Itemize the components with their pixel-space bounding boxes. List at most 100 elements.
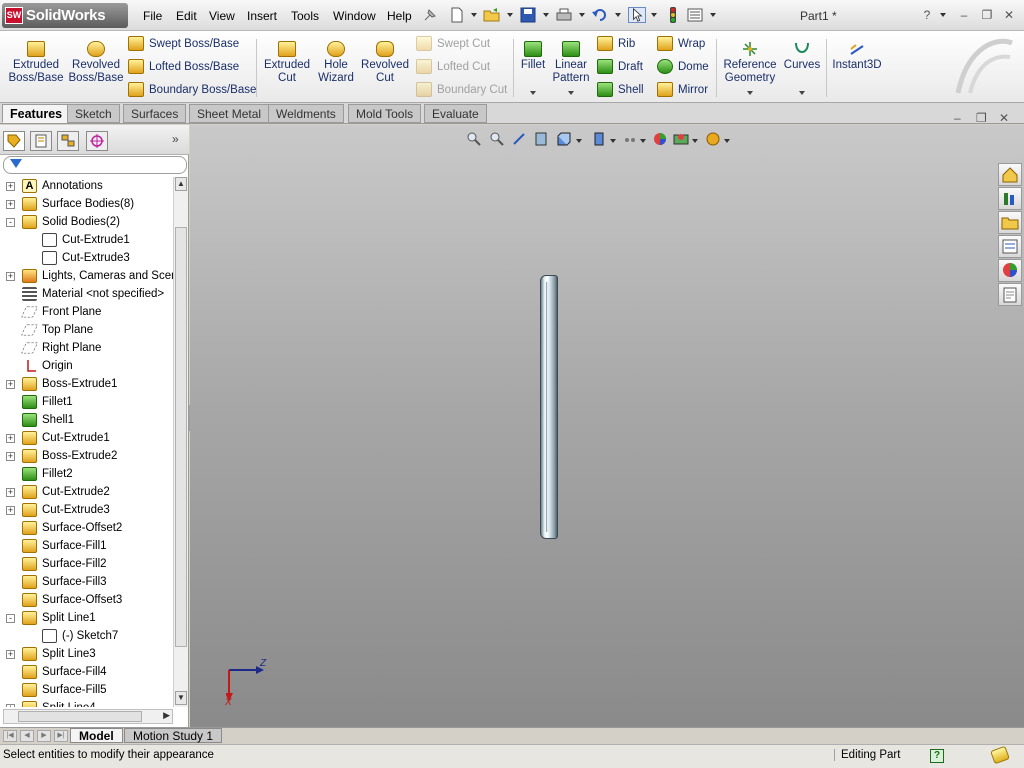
refgeom-dropdown-icon[interactable] [747, 91, 753, 95]
view-settings-dropdown-icon[interactable] [724, 139, 730, 143]
tree-item[interactable]: Fillet2 [0, 465, 173, 483]
menu-tools[interactable]: Tools [291, 9, 319, 23]
feature-manager-tab-icon[interactable] [3, 131, 25, 151]
solidworks-resources-icon[interactable] [998, 163, 1022, 186]
pattern-dropdown-icon[interactable] [568, 91, 574, 95]
boundary-boss-base-button[interactable]: Boundary Boss/Base [128, 80, 256, 100]
tree-item[interactable]: + Boss-Extrude1 [0, 375, 173, 393]
tree-item[interactable]: Shell1 [0, 411, 173, 429]
tree-item[interactable]: Surface-Fill1 [0, 537, 173, 555]
tree-item[interactable]: Surface-Fill2 [0, 555, 173, 573]
linear-pattern-button[interactable]: Linear Pattern [550, 35, 592, 85]
lofted-boss-base-button[interactable]: Lofted Boss/Base [128, 57, 239, 77]
scroll-down-icon[interactable]: ▼ [175, 691, 187, 705]
edit-appearance-icon[interactable] [652, 131, 668, 147]
curves-dropdown-icon[interactable] [799, 91, 805, 95]
tab-motion-study[interactable]: Motion Study 1 [124, 728, 223, 743]
zoom-to-fit-icon[interactable] [466, 131, 482, 147]
display-style-dropdown-icon[interactable] [610, 139, 616, 143]
wrap-button[interactable]: Wrap [657, 34, 705, 54]
extruded-cut-button[interactable]: Extruded Cut [262, 35, 312, 85]
select-dropdown-icon[interactable] [651, 13, 657, 17]
minimize-icon[interactable]: – [957, 8, 971, 22]
menu-view[interactable]: View [209, 9, 235, 23]
section-view-icon[interactable] [533, 131, 549, 147]
save-dropdown-icon[interactable] [543, 13, 549, 17]
tab-evaluate[interactable]: Evaluate [424, 104, 487, 123]
print-icon[interactable] [555, 7, 573, 23]
fillet-button[interactable]: Fillet [518, 35, 548, 72]
tab-weldments[interactable]: Weldments [268, 104, 344, 123]
shell-button[interactable]: Shell [597, 80, 644, 100]
next-tab-icon[interactable]: ▶ [37, 730, 51, 742]
quick-tips-icon[interactable]: ? [930, 749, 944, 763]
menu-file[interactable]: File [143, 9, 162, 23]
part-model-body[interactable] [540, 275, 558, 539]
solidworks-logo[interactable]: SW SolidWorks [2, 3, 128, 28]
expand-icon[interactable]: + [6, 704, 15, 707]
boundary-cut-button[interactable]: Boundary Cut [416, 80, 507, 100]
tab-mold-tools[interactable]: Mold Tools [348, 104, 422, 123]
tree-item[interactable]: + Split Line3 [0, 645, 173, 663]
revolved-cut-button[interactable]: Revolved Cut [360, 35, 410, 85]
tree-item[interactable]: Material <not specified> [0, 285, 173, 303]
tree-item[interactable]: + Split Line4 [0, 699, 173, 707]
expand-icon[interactable]: + [6, 452, 15, 461]
expand-icon[interactable]: + [6, 650, 15, 659]
close-icon[interactable]: ✕ [1002, 8, 1016, 22]
hide-show-dropdown-icon[interactable] [640, 139, 646, 143]
tag-icon[interactable] [990, 745, 1010, 765]
expand-icon[interactable]: + [6, 272, 15, 281]
hole-wizard-button[interactable]: Hole Wizard [314, 35, 358, 85]
tree-item[interactable]: + Cut-Extrude3 [0, 501, 173, 519]
tree-item[interactable]: + Boss-Extrude2 [0, 447, 173, 465]
expand-icon[interactable]: + [6, 200, 15, 209]
tree-item[interactable]: Surface-Fill3 [0, 573, 173, 591]
reference-geometry-button[interactable]: Reference Geometry [722, 35, 778, 85]
pushpin-icon[interactable] [421, 7, 439, 23]
lofted-cut-button[interactable]: Lofted Cut [416, 57, 490, 77]
options-dropdown-icon[interactable] [710, 13, 716, 17]
collapse-icon[interactable]: - [6, 218, 15, 227]
undo-dropdown-icon[interactable] [615, 13, 621, 17]
draft-button[interactable]: Draft [597, 57, 643, 77]
appearances-scenes-icon[interactable] [998, 259, 1022, 282]
new-dropdown-icon[interactable] [471, 13, 477, 17]
tree-item[interactable]: Right Plane [0, 339, 173, 357]
first-tab-icon[interactable]: |◀ [3, 730, 17, 742]
feature-filter-input[interactable] [3, 156, 187, 174]
apply-scene-dropdown-icon[interactable] [692, 139, 698, 143]
scroll-thumb[interactable] [175, 227, 187, 647]
expand-icon[interactable]: + [6, 182, 15, 191]
tree-item[interactable]: + Surface Bodies(8) [0, 195, 173, 213]
viewport-restore-button[interactable]: ❐ [976, 111, 987, 125]
display-style-icon[interactable] [591, 131, 607, 147]
viewport-minimize-button[interactable]: – [954, 111, 961, 125]
expand-icon[interactable]: + [6, 488, 15, 497]
save-icon[interactable] [519, 7, 537, 23]
open-dropdown-icon[interactable] [507, 13, 513, 17]
extruded-boss-base-button[interactable]: Extruded Boss/Base [8, 35, 64, 85]
scroll-right-icon[interactable]: ▶ [163, 710, 170, 721]
menu-help[interactable]: Help [387, 9, 412, 23]
tree-item[interactable]: + Lights, Cameras and Scene [0, 267, 173, 285]
tree-item[interactable]: - Split Line1 [0, 609, 173, 627]
expand-icon[interactable]: + [6, 506, 15, 515]
tree-item[interactable]: (-) Sketch7 [0, 627, 173, 645]
tab-sketch[interactable]: Sketch [67, 104, 120, 123]
help-question-icon[interactable]: ? [920, 8, 934, 22]
mirror-button[interactable]: Mirror [657, 80, 708, 100]
previous-view-icon[interactable] [511, 131, 527, 147]
expand-icon[interactable]: + [6, 434, 15, 443]
print-dropdown-icon[interactable] [579, 13, 585, 17]
tree-item[interactable]: Cut-Extrude3 [0, 249, 173, 267]
tree-item[interactable]: Fillet1 [0, 393, 173, 411]
swept-boss-base-button[interactable]: Swept Boss/Base [128, 34, 239, 54]
dome-button[interactable]: Dome [657, 57, 709, 77]
last-tab-icon[interactable]: ▶| [54, 730, 68, 742]
expand-panel-icon[interactable]: » [172, 132, 179, 146]
prev-tab-icon[interactable]: ◀ [20, 730, 34, 742]
fillet-dropdown-icon[interactable] [530, 91, 536, 95]
curves-button[interactable]: Curves [782, 35, 822, 72]
view-orientation-icon[interactable] [556, 131, 572, 147]
